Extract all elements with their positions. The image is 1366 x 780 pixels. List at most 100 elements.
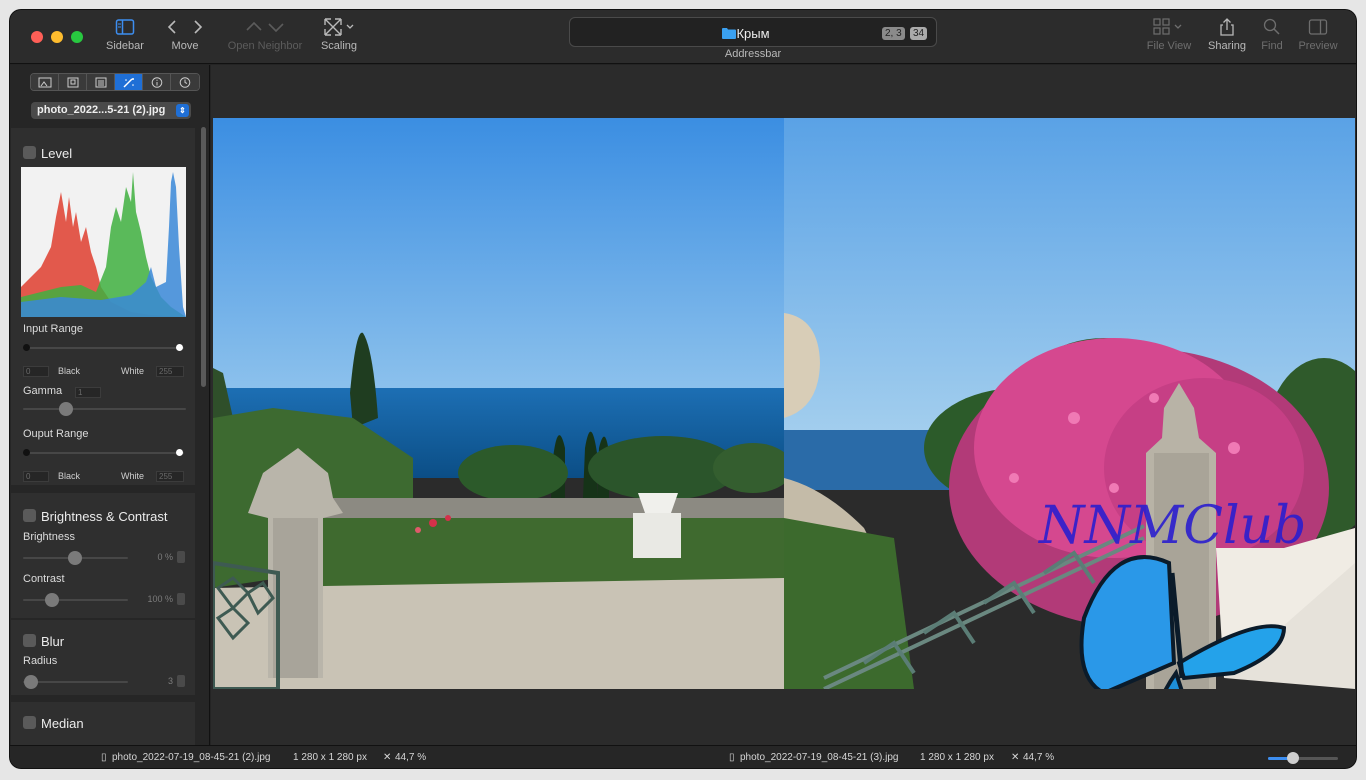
preview-button[interactable]: Preview xyxy=(1296,18,1340,52)
move-label: Move xyxy=(171,40,199,52)
radius-stepper[interactable] xyxy=(177,675,185,687)
sharing-label: Sharing xyxy=(1208,40,1246,52)
right-filename: photo_2022-07-19_08-45-21 (3).jpg xyxy=(740,752,899,763)
scaling-button[interactable]: Scaling xyxy=(318,18,360,52)
left-zoom: 44,7 % xyxy=(395,752,427,763)
right-dimensions: 1 280 x 1 280 px xyxy=(920,752,994,763)
input-range-slider[interactable] xyxy=(26,347,184,349)
gamma-handle[interactable] xyxy=(59,402,73,416)
radius-slider[interactable] xyxy=(23,681,128,683)
move-button[interactable]: Move xyxy=(165,18,205,52)
input-range-label: Input Range xyxy=(23,323,83,335)
magic-wand-icon xyxy=(122,77,134,88)
app-window: Sidebar Move Open Neighbor Scaling Крым … xyxy=(10,10,1356,768)
open-neighbor-label: Open Neighbor xyxy=(227,40,303,52)
blur-title: Blur xyxy=(41,634,65,649)
output-range-label: Ouput Range xyxy=(23,428,89,440)
right-photo-image: NNMClub xyxy=(784,118,1355,689)
input-white-label: White xyxy=(121,366,145,376)
sidebar-tabs xyxy=(30,73,200,91)
close-window-button[interactable] xyxy=(31,31,43,43)
file-select-value: photo_2022...5-21 (2).jpg xyxy=(37,104,166,116)
adjustments-sidebar: photo_2022...5-21 (2).jpg ⇕ Level Input … xyxy=(10,65,210,745)
open-neighbor-button[interactable]: Open Neighbor xyxy=(225,18,305,52)
zoom-window-button[interactable] xyxy=(71,31,83,43)
minimize-window-button[interactable] xyxy=(51,31,63,43)
contrast-slider[interactable] xyxy=(23,599,128,601)
output-white-field[interactable]: 255 xyxy=(156,471,184,482)
contrast-label: Contrast xyxy=(23,573,65,585)
tab-image-info[interactable] xyxy=(31,74,59,90)
level-panel: Level Input Range 0 Black White 255 Gamm… xyxy=(11,128,195,485)
radius-handle[interactable] xyxy=(24,675,38,689)
crop-icon xyxy=(67,77,78,87)
list-icon xyxy=(95,77,106,87)
sidebar-icon xyxy=(115,19,135,35)
search-icon xyxy=(1263,18,1280,35)
level-title: Level xyxy=(41,146,73,161)
left-photo[interactable] xyxy=(213,118,784,689)
brightness-stepper[interactable] xyxy=(177,551,185,563)
output-black-handle[interactable] xyxy=(23,449,30,456)
input-white-field[interactable]: 255 xyxy=(156,366,184,377)
right-zoom-icon: ✕ xyxy=(1011,752,1020,763)
brightness-contrast-title: Brightness & Contrast xyxy=(41,509,168,524)
brightness-handle[interactable] xyxy=(68,551,82,565)
level-checkbox[interactable] xyxy=(23,146,36,159)
tab-info[interactable] xyxy=(143,74,171,90)
left-zoom-icon: ✕ xyxy=(383,752,392,763)
histogram xyxy=(21,167,186,317)
sidebar-scrollbar[interactable] xyxy=(201,127,206,387)
gamma-slider[interactable] xyxy=(23,408,186,410)
gamma-label: Gamma xyxy=(23,385,63,397)
input-black-field[interactable]: 0 xyxy=(23,366,49,377)
left-filename: photo_2022-07-19_08-45-21 (2).jpg xyxy=(112,752,271,763)
right-zoom: 44,7 % xyxy=(1023,752,1055,763)
output-black-label: Black xyxy=(58,471,81,481)
right-file-icon: ▯ xyxy=(729,752,735,763)
median-checkbox[interactable] xyxy=(23,716,36,729)
sidebar-toggle-button[interactable]: Sidebar xyxy=(105,18,145,52)
output-black-field[interactable]: 0 xyxy=(23,471,49,482)
input-black-handle[interactable] xyxy=(23,344,30,351)
info-icon xyxy=(151,76,162,88)
find-label: Find xyxy=(1261,40,1283,52)
output-range-slider[interactable] xyxy=(26,452,184,454)
radius-label: Radius xyxy=(23,655,58,667)
blur-checkbox[interactable] xyxy=(23,634,36,647)
watermark-text: NNMClub xyxy=(1037,496,1306,556)
left-dimensions: 1 280 x 1 280 px xyxy=(293,752,367,763)
tab-history[interactable] xyxy=(171,74,199,90)
position-badge: 2, 3 xyxy=(882,27,905,40)
sharing-button[interactable]: Sharing xyxy=(1206,18,1248,52)
file-view-button[interactable]: File View xyxy=(1144,18,1194,52)
output-white-label: White xyxy=(121,471,145,481)
status-bar: ▯ photo_2022-07-19_08-45-21 (2).jpg 1 28… xyxy=(10,745,1356,768)
find-button[interactable]: Find xyxy=(1260,18,1284,52)
tab-crop[interactable] xyxy=(59,74,87,90)
scaling-label: Scaling xyxy=(320,40,358,52)
contrast-stepper[interactable] xyxy=(177,593,185,605)
scaling-icon xyxy=(324,18,354,36)
addressbar[interactable]: Крым 2, 3 34 xyxy=(569,17,937,47)
brightness-contrast-checkbox[interactable] xyxy=(23,509,36,522)
left-photo-image xyxy=(213,118,784,689)
file-select[interactable]: photo_2022...5-21 (2).jpg ⇕ xyxy=(31,102,191,119)
zoom-slider-handle[interactable] xyxy=(1287,752,1299,764)
contrast-value: 100 % xyxy=(147,594,173,604)
grid-view-icon xyxy=(1153,18,1182,35)
tab-adjust[interactable] xyxy=(115,74,143,90)
median-title: Median xyxy=(41,716,84,731)
radius-value: 3 xyxy=(167,676,173,686)
right-photo[interactable]: NNMClub xyxy=(784,118,1355,689)
zoom-slider[interactable] xyxy=(1268,757,1338,760)
input-white-handle[interactable] xyxy=(176,344,183,351)
preview-label: Preview xyxy=(1298,40,1338,52)
median-panel: Median xyxy=(11,702,195,745)
gamma-field[interactable]: 1 xyxy=(75,387,101,398)
contrast-handle[interactable] xyxy=(45,593,59,607)
brightness-label: Brightness xyxy=(23,531,75,543)
move-arrows-icon xyxy=(167,20,203,34)
output-white-handle[interactable] xyxy=(176,449,183,456)
tab-list[interactable] xyxy=(87,74,115,90)
